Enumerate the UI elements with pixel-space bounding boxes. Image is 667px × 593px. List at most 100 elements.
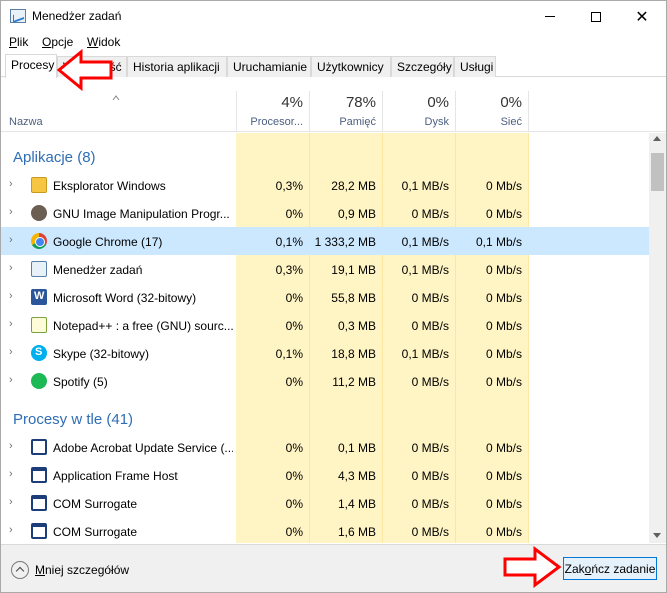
column-separator[interactable] (528, 91, 529, 131)
chevron-right-icon[interactable]: › (9, 469, 19, 480)
group-label-apps: Aplikacje (8) (13, 149, 96, 166)
task-manager-app-icon (10, 9, 26, 23)
background-process-row[interactable]: › COM Surrogate 0% 1,4 MB 0 MB/s 0 Mb/s (1, 489, 649, 517)
fewer-details-link[interactable]: Mniej szczegółów (35, 563, 129, 577)
end-task-button[interactable]: Zakończ zadanie (563, 557, 657, 580)
menu-widok-accel: W (87, 35, 99, 49)
cpu-value: 0% (285, 375, 303, 389)
process-name: Adobe Acrobat Update Service (... (53, 441, 233, 455)
annotation-arrow-right-icon (503, 546, 562, 588)
scroll-thumb[interactable] (651, 153, 664, 191)
disk-value: 0 MB/s (411, 441, 449, 455)
app-row[interactable]: › GNU Image Manipulation Progr... 0% 0,9 MB… (1, 199, 649, 227)
disk-value: 0 MB/s (411, 207, 449, 221)
group-label-background: Procesy w tle (41) (13, 411, 134, 428)
tab-szczegoly[interactable]: Szczegóły (391, 56, 454, 77)
disk-value: 0 MB/s (411, 319, 449, 333)
network-value: 0 Mb/s (485, 347, 522, 361)
tab-historia-aplikacji[interactable]: Historia aplikacji (127, 56, 227, 77)
chevron-right-icon[interactable]: › (9, 319, 19, 330)
app-row[interactable]: › Eksplorator Windows 0,3% 28,2 MB 0,1 MB/s 0… (1, 171, 649, 199)
maximize-button[interactable] (573, 1, 619, 32)
cpu-column-header[interactable]: Procesor... (237, 116, 303, 128)
menu-opcje-rest: pcje (51, 35, 74, 49)
process-name: Menedżer zadań (53, 263, 143, 277)
tab-uzytkownicy[interactable]: Użytkownicy (311, 56, 391, 77)
group-header-background[interactable]: Procesy w tle (41) (1, 403, 649, 433)
group-header-apps[interactable]: Aplikacje (8) (1, 141, 649, 171)
tab-uslugi[interactable]: Usługi (454, 56, 496, 77)
memory-value: 55,8 MB (331, 291, 376, 305)
network-total-percent: 0% (500, 94, 522, 111)
disk-column-header[interactable]: Dysk (383, 116, 449, 128)
network-value: 0 Mb/s (485, 263, 522, 277)
vertical-scrollbar[interactable] (649, 133, 666, 543)
chevron-up-circle-icon[interactable] (11, 561, 29, 579)
chevron-right-icon[interactable]: › (9, 375, 19, 386)
process-name: Skype (32-bitowy) (53, 347, 150, 361)
close-button[interactable]: ✕ (619, 1, 665, 32)
memory-value: 0,9 MB (337, 207, 376, 221)
chevron-right-icon[interactable]: › (9, 179, 19, 190)
memory-total-percent: 78% (345, 94, 376, 111)
network-value: 0 Mb/s (485, 525, 522, 539)
process-name: Eksplorator Windows (53, 179, 166, 193)
chevron-right-icon[interactable]: › (9, 263, 19, 274)
tab-procesy[interactable]: Procesy (5, 54, 57, 78)
chevron-right-icon[interactable]: › (9, 235, 19, 246)
app-row[interactable]: › Microsoft Word (32-bitowy) 0% 55,8 MB 0 MB… (1, 283, 649, 311)
folder-icon (31, 177, 47, 193)
skype-icon (31, 345, 47, 361)
title-bar: Menedżer zadań ✕ (1, 1, 666, 32)
minimize-button[interactable] (527, 1, 573, 32)
process-name: COM Surrogate (53, 497, 138, 511)
chevron-right-icon[interactable]: › (9, 525, 19, 536)
gimp-icon (31, 205, 47, 221)
disk-value: 0 MB/s (411, 525, 449, 539)
menu-plik-rest: lik (17, 35, 29, 49)
scroll-up-icon[interactable] (653, 136, 661, 141)
memory-value: 28,2 MB (331, 179, 376, 193)
process-name: COM Surrogate (53, 525, 138, 539)
disk-value: 0,1 MB/s (401, 263, 449, 277)
network-column-header[interactable]: Sieć (456, 116, 522, 128)
memory-column-header[interactable]: Pamięć (310, 116, 376, 128)
fewer-details-rest: niej szczegółów (45, 563, 130, 577)
background-process-row[interactable]: › Adobe Acrobat Update Service (... 0% 0,1 … (1, 433, 649, 461)
task-manager-icon (31, 261, 47, 277)
disk-value: 0,1 MB/s (401, 179, 449, 193)
column-name-header[interactable]: Nazwa (9, 116, 43, 128)
chevron-right-icon[interactable]: › (9, 207, 19, 218)
disk-value: 0 MB/s (411, 469, 449, 483)
menu-plik[interactable]: Plik (9, 35, 28, 49)
network-value: 0,1 Mb/s (475, 235, 522, 249)
end-task-post: ńcz zadanie (591, 562, 656, 576)
background-process-row[interactable]: › Application Frame Host 0% 4,3 MB 0 MB/s 0 M… (1, 461, 649, 489)
background-process-row[interactable]: › COM Surrogate 0% 1,6 MB 0 MB/s 0 Mb/s (1, 517, 649, 543)
fewer-details-accel: M (35, 563, 45, 577)
network-value: 0 Mb/s (485, 441, 522, 455)
disk-total-percent: 0% (427, 94, 449, 111)
cpu-value: 0% (285, 441, 303, 455)
menu-widok[interactable]: Widok (87, 35, 120, 49)
tab-uruchamianie[interactable]: Uruchamianie (227, 56, 311, 77)
menu-opcje[interactable]: Opcje (42, 35, 73, 49)
network-value: 0 Mb/s (485, 497, 522, 511)
network-value: 0 Mb/s (485, 207, 522, 221)
app-row[interactable]: › Notepad++ : a free (GNU) sourc... 0% 0,3 … (1, 311, 649, 339)
memory-value: 11,2 MB (332, 375, 376, 389)
chevron-right-icon[interactable]: › (9, 497, 19, 508)
app-row[interactable]: › Skype (32-bitowy) 0,1% 18,8 MB 0,1 MB/s 0 M… (1, 339, 649, 367)
chevron-right-icon[interactable]: › (9, 441, 19, 452)
chevron-right-icon[interactable]: › (9, 347, 19, 358)
chevron-right-icon[interactable]: › (9, 291, 19, 302)
network-value: 0 Mb/s (485, 179, 522, 193)
app-row[interactable]: › Menedżer zadań 0,3% 19,1 MB 0,1 MB/s 0 Mb/s (1, 255, 649, 283)
cpu-value: 0,1% (275, 235, 303, 249)
app-row[interactable]: › Google Chrome (17) 0,1% 1 333,2 MB 0,1 MB/… (1, 227, 649, 255)
task-manager-window: Menedżer zadań ✕ Plik Opcje Widok Proces… (0, 0, 667, 593)
app-row[interactable]: › Spotify (5) 0% 11,2 MB 0 MB/s 0 Mb/s (1, 367, 649, 395)
memory-value: 4,3 MB (337, 469, 376, 483)
app-frame-icon (31, 523, 47, 539)
scroll-down-icon[interactable] (653, 533, 661, 538)
